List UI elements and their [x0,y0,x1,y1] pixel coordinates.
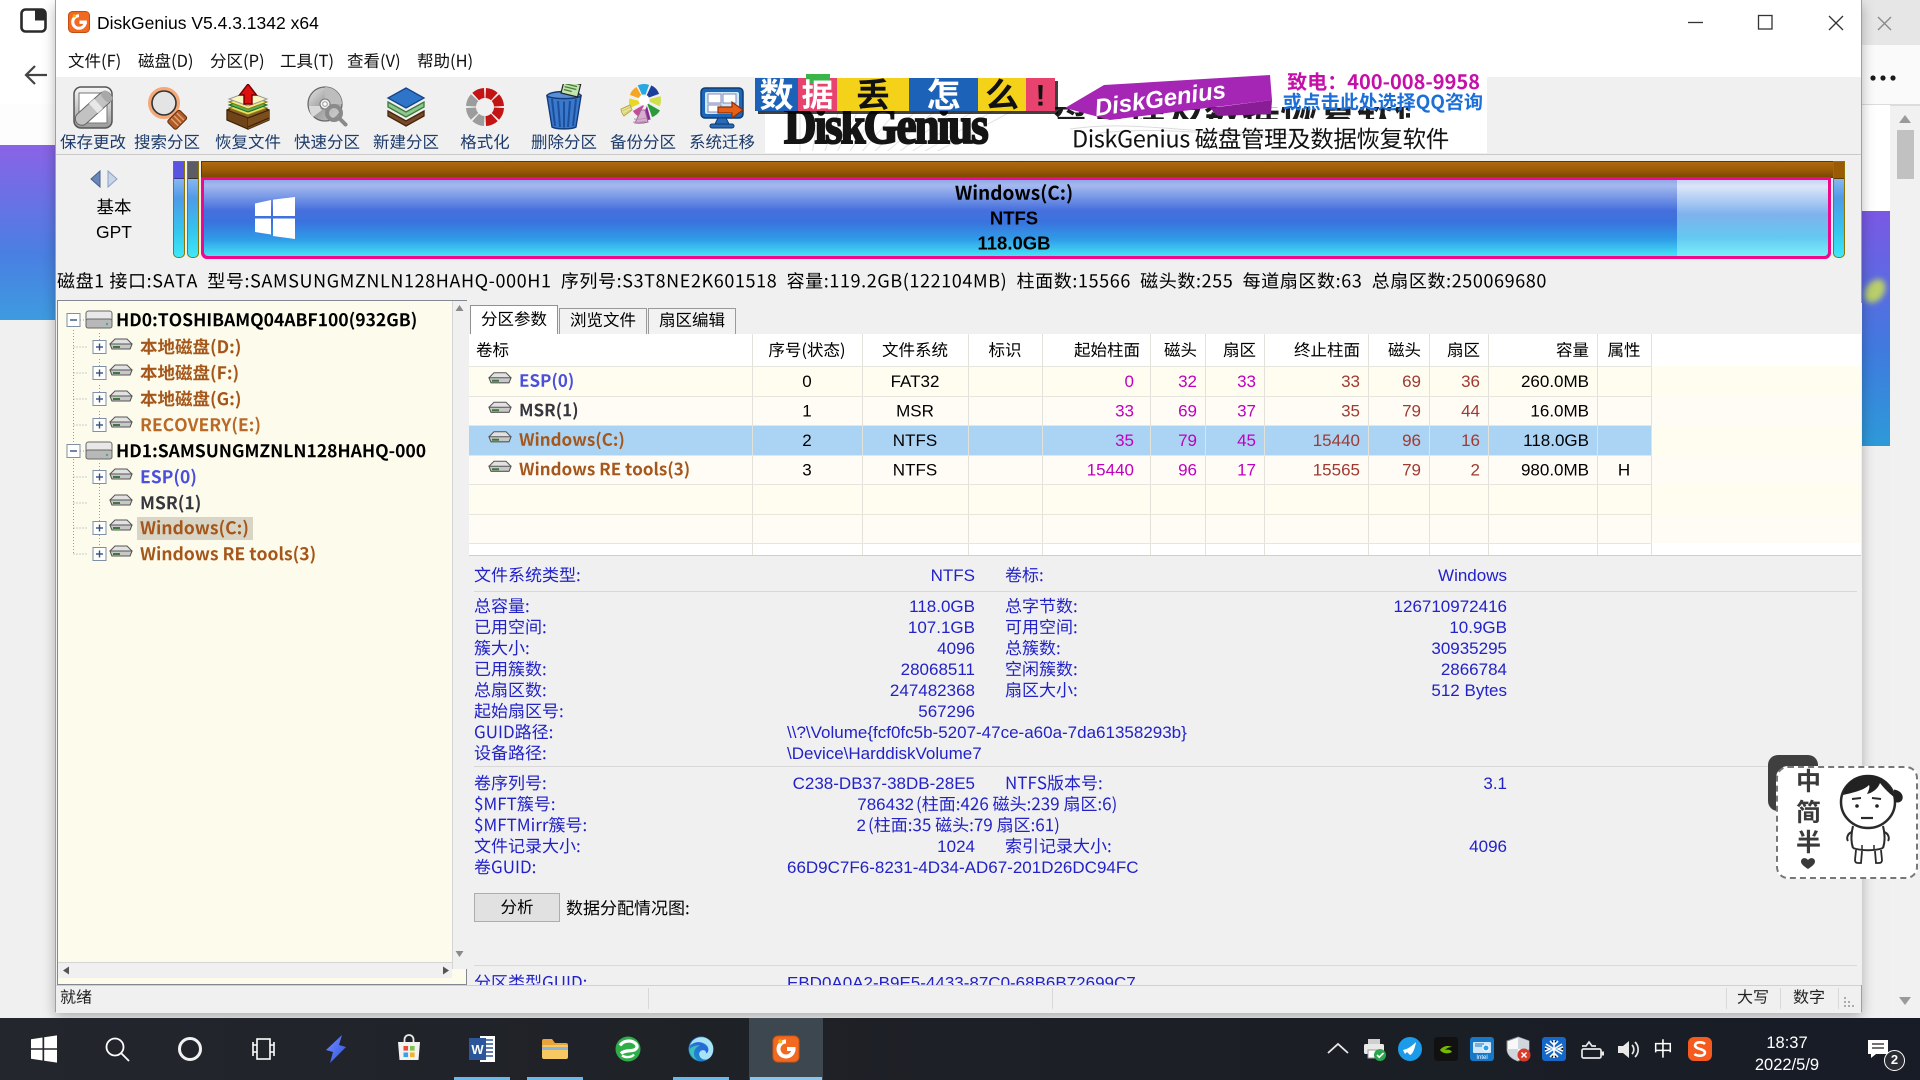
svg-text:EBD0A0A2-B9E5-4433-87C0-68B6B7: EBD0A0A2-B9E5-4433-87C0-68B6B72699C7 [787,974,1136,986]
svg-text:Intel: Intel [1476,1055,1487,1061]
svg-text:W: W [471,1042,484,1057]
